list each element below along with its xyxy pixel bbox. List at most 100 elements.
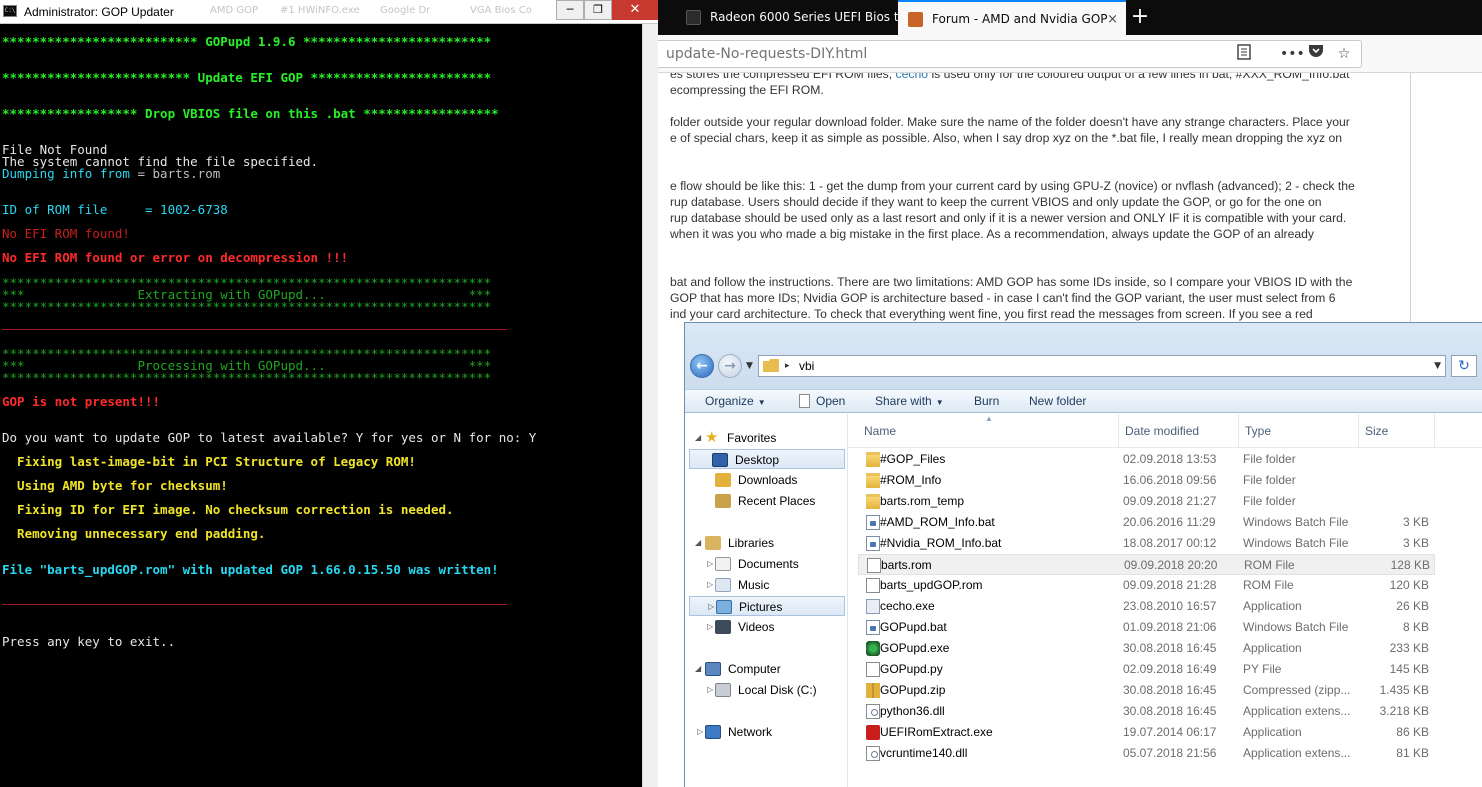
console-window: C:\ Administrator: GOP Updater AMD GOP #… (0, 0, 658, 787)
file-row[interactable]: barts_updGOP.rom 09.09.2018 21:28 ROM File… (858, 575, 1435, 596)
collapse-arrow-icon: ▷ (707, 622, 714, 631)
file-date: 23.08.2010 16:57 (1123, 599, 1217, 613)
file-row[interactable]: vcruntime140.dll 05.07.2018 21:56 Applicat… (858, 743, 1435, 764)
file-row[interactable]: GOPupd.py 02.09.2018 16:49 PY File 145 KB (858, 659, 1435, 680)
back-button[interactable]: ← (690, 354, 714, 378)
file-row[interactable]: #ROM_Info 16.06.2018 09:56 File folder (858, 470, 1435, 491)
explorer-frame: ← → ▼ ▸ vbi ▼ ↻ Organize ▼ Open Share wit… (685, 323, 1482, 413)
forward-button[interactable]: → (718, 354, 742, 378)
nav-documents[interactable]: ▷ Documents (695, 554, 845, 574)
url-bar[interactable]: update-No-requests-DIY.html ••• ☆ (658, 40, 1362, 68)
nav-network[interactable]: ▷ Network (695, 722, 845, 742)
file-name: barts.rom_temp (880, 494, 965, 508)
address-path[interactable]: vbi (799, 356, 814, 376)
recent-pages-dropdown-icon[interactable]: ▼ (746, 361, 753, 371)
page-actions-icon[interactable]: ••• (1280, 44, 1305, 64)
column-header-size[interactable]: Size (1359, 414, 1435, 448)
command-bar: Organize ▼ Open Share with ▼ Burn New fold… (685, 389, 1482, 413)
pocket-icon[interactable] (1306, 44, 1326, 64)
site-icon (686, 10, 701, 25)
column-header-type[interactable]: Type (1239, 414, 1359, 448)
file-type: PY File (1243, 662, 1282, 676)
browser-tab-bar: Radeon 6000 Series UEFI Bios th Forum - … (658, 0, 1482, 35)
file-row[interactable]: barts.rom 09.09.2018 20:20 ROM File 128 KB (858, 554, 1435, 575)
dll-file-icon (866, 704, 880, 719)
nav-music[interactable]: ▷ Music (695, 575, 845, 595)
desktop-icon (712, 453, 728, 467)
page-text-line: e of special chars, keep it as simple as… (670, 131, 1343, 145)
page-text-line: when it was you who made a big mistake i… (670, 227, 1315, 241)
address-field[interactable]: ▸ vbi ▼ (758, 355, 1446, 377)
file-row[interactable]: #GOP_Files 02.09.2018 13:53 File folder (858, 449, 1435, 470)
file-row[interactable]: cecho.exe 23.08.2010 16:57 Application 26 K… (858, 596, 1435, 617)
path-separator-icon[interactable]: ▸ (785, 356, 790, 376)
file-row[interactable]: GOPupd.exe 30.08.2018 16:45 Application 233… (858, 638, 1435, 659)
collapse-arrow-icon: ▷ (707, 559, 714, 568)
column-header-date[interactable]: Date modified (1119, 414, 1239, 448)
console-line: ************************** GOPupd 1.9.6 … (2, 34, 492, 49)
file-name: GOPupd.bat (880, 620, 947, 634)
drive-icon (715, 683, 731, 697)
file-row[interactable]: python36.dll 30.08.2018 16:45 Application … (858, 701, 1435, 722)
console-line: Do you want to update GOP to latest avai… (2, 430, 537, 445)
file-size: 26 KB (1396, 599, 1429, 613)
browser-tab-forum[interactable]: Forum - AMD and Nvidia GOP × (898, 0, 1126, 35)
file-type: Windows Batch File (1243, 620, 1349, 634)
file-type: Application extens... (1243, 704, 1351, 718)
new-folder-button[interactable]: New folder (1029, 390, 1086, 413)
file-type: File folder (1243, 494, 1296, 508)
file-size: 1.435 KB (1379, 683, 1429, 697)
file-type: Application extens... (1243, 746, 1351, 760)
file-row[interactable]: GOPupd.bat 01.09.2018 21:06 Windows Batch … (858, 617, 1435, 638)
file-row[interactable]: #AMD_ROM_Info.bat 20.06.2016 11:29 Windows… (858, 512, 1435, 533)
nav-recent-places[interactable]: Recent Places (695, 491, 845, 511)
uefi-file-icon (866, 725, 880, 740)
nav-local-disk[interactable]: ▷ Local Disk (C:) (695, 680, 845, 700)
console-scrollbar[interactable] (642, 24, 658, 787)
address-dropdown-icon[interactable]: ▼ (1434, 356, 1441, 376)
open-button[interactable]: Open (799, 390, 845, 413)
console-line: No EFI ROM found or error on decompressi… (2, 250, 349, 265)
console-title-bar[interactable]: C:\ Administrator: GOP Updater AMD GOP #… (0, 0, 658, 24)
organize-button[interactable]: Organize ▼ (705, 390, 766, 414)
reader-view-icon[interactable] (1234, 44, 1254, 64)
console-output[interactable]: ************************** GOPupd 1.9.6 … (0, 24, 642, 787)
file-name: #ROM_Info (880, 473, 942, 487)
file-row[interactable]: #Nvidia_ROM_Info.bat 18.08.2017 00:12 Wind… (858, 533, 1435, 554)
url-text[interactable]: update-No-requests-DIY.html (666, 41, 867, 67)
cecho-link[interactable]: cecho (896, 73, 929, 81)
nav-favorites[interactable]: ◢ ★ Favorites (695, 428, 845, 448)
refresh-button[interactable]: ↻ (1451, 355, 1477, 377)
close-button[interactable]: ✕ (612, 0, 658, 20)
nav-libraries[interactable]: ◢ Libraries (695, 533, 845, 553)
sort-ascending-icon: ▲ (985, 414, 993, 423)
nav-pictures[interactable]: ▷ Pictures (689, 596, 845, 616)
close-tab-icon[interactable]: × (1107, 2, 1118, 35)
burn-button[interactable]: Burn (974, 390, 999, 413)
console-line: No EFI ROM found! (2, 226, 130, 241)
file-date: 30.08.2018 16:45 (1123, 704, 1217, 718)
nav-downloads[interactable]: Downloads (695, 470, 845, 490)
minimize-button[interactable]: ─ (556, 0, 584, 20)
file-row[interactable]: barts.rom_temp 09.09.2018 21:27 File folde… (858, 491, 1435, 512)
console-line: Using AMD byte for checksum! (2, 478, 228, 493)
file-row[interactable]: UEFIRomExtract.exe 19.07.2014 06:17 Applic… (858, 722, 1435, 743)
nav-desktop[interactable]: Desktop (689, 449, 845, 469)
collapse-arrow-icon: ▷ (708, 602, 715, 611)
column-headers: Name ▲ Date modified Type Size (848, 414, 1482, 448)
explorer-window: ← → ▼ ▸ vbi ▼ ↻ Organize ▼ Open Share wit… (684, 322, 1482, 787)
maximize-button[interactable]: ❐ (584, 0, 612, 20)
app-file-icon (866, 599, 880, 614)
console-icon: C:\ (3, 5, 17, 17)
nav-videos[interactable]: ▷ Videos (695, 617, 845, 637)
file-date: 02.09.2018 13:53 (1123, 452, 1217, 466)
file-type: Application (1243, 641, 1302, 655)
background-tabs: AMD GOP #1 HWiNFO.exe Google Dr VGA Bios… (210, 0, 556, 24)
file-row[interactable]: GOPupd.zip 30.08.2018 16:45 Compressed (zi… (858, 680, 1435, 701)
bookmark-star-icon[interactable]: ☆ (1334, 44, 1354, 64)
new-tab-button[interactable]: + (1128, 0, 1152, 35)
file-name: GOPupd.py (880, 662, 943, 676)
share-with-button[interactable]: Share with ▼ (875, 390, 944, 414)
nav-computer[interactable]: ◢ Computer (695, 659, 845, 679)
browser-tab-radeon-bios[interactable]: Radeon 6000 Series UEFI Bios th (676, 0, 898, 35)
